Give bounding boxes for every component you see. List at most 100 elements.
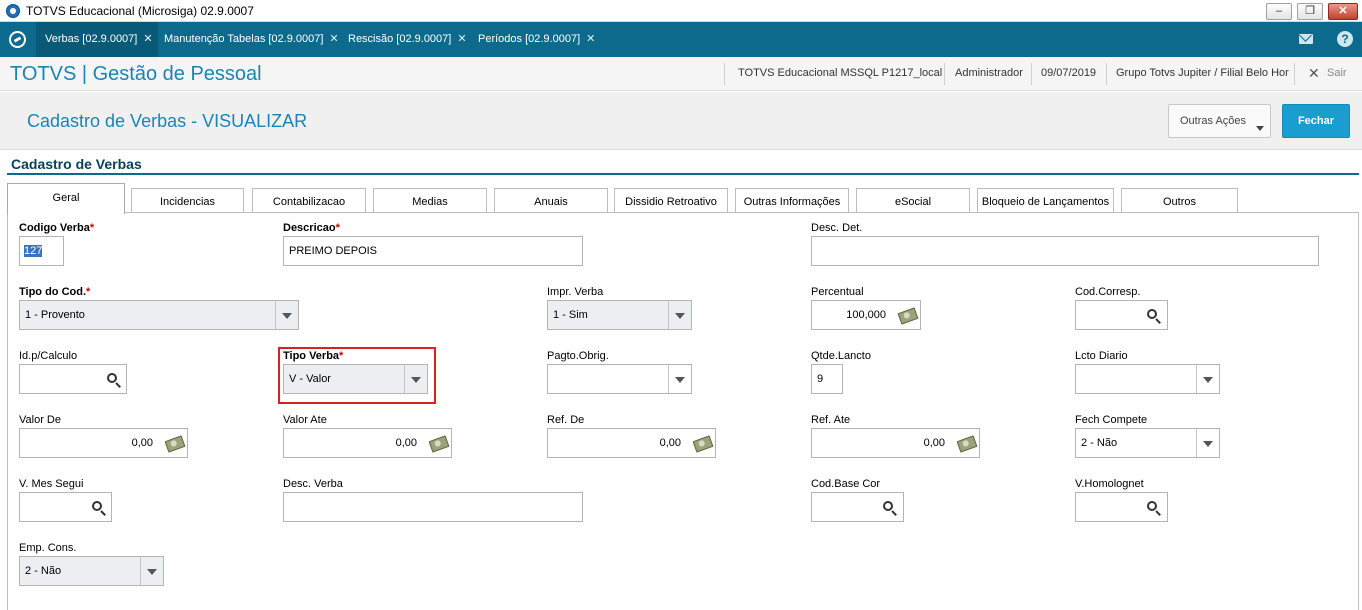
cod-base-cor-label: Cod.Base Cor <box>811 478 881 490</box>
product-name: TOTVS | Gestão de Pessoal <box>10 63 262 85</box>
exit-icon[interactable]: ✕ <box>1308 65 1320 82</box>
close-tab-icon[interactable]: ✕ <box>586 22 595 57</box>
emp-cons-label: Emp. Cons. <box>19 542 77 554</box>
calculator-money-icon[interactable] <box>164 435 186 453</box>
folder-tab-anuais[interactable]: Anuais <box>494 188 608 213</box>
folder-tab-bloqueio-lancamentos[interactable]: Bloqueio de Lançamentos <box>977 188 1114 213</box>
tab-label: Períodos [02.9.0007] <box>478 33 581 45</box>
desc-verba-label: Desc. Verba <box>283 478 343 490</box>
id-calculo-input[interactable] <box>19 364 127 394</box>
calculator-money-icon[interactable] <box>897 307 919 325</box>
folder-tab-outras-informacoes[interactable]: Outras Informações <box>735 188 849 213</box>
desc-verba-input[interactable] <box>283 492 583 522</box>
section-title: Cadastro de Verbas <box>11 156 142 172</box>
codigo-verba-label: Codigo Verba* <box>19 222 95 234</box>
chevron-down-icon[interactable] <box>668 365 691 393</box>
close-window-button[interactable]: ✕ <box>1328 3 1358 20</box>
tab-panel-geral <box>7 212 1359 610</box>
folder-tab-medias[interactable]: Medias <box>373 188 487 213</box>
date-info: 09/07/2019 <box>1041 67 1097 79</box>
totvs-logo-icon[interactable] <box>9 31 26 48</box>
tipo-cod-label: Tipo do Cod.* <box>19 286 91 298</box>
close-tab-icon[interactable]: ✕ <box>457 22 466 57</box>
valor-ate-input[interactable]: 0,00 <box>283 428 452 458</box>
close-button[interactable]: Fechar <box>1282 104 1350 138</box>
search-icon[interactable] <box>883 501 893 511</box>
header-divider <box>1031 63 1032 85</box>
folder-tab-incidencias[interactable]: Incidencias <box>131 188 244 213</box>
ref-ate-label: Ref. Ate <box>811 414 851 426</box>
chevron-down-icon[interactable] <box>668 301 691 329</box>
codigo-verba-input[interactable]: 127 <box>19 236 64 266</box>
v-mes-segui-input[interactable] <box>19 492 112 522</box>
chevron-down-icon <box>1256 126 1264 131</box>
other-actions-button[interactable]: Outras Ações <box>1168 104 1271 138</box>
search-icon[interactable] <box>92 501 102 511</box>
close-tab-icon[interactable]: ✕ <box>329 22 338 57</box>
ref-ate-input[interactable]: 0,00 <box>811 428 980 458</box>
mail-icon[interactable] <box>1299 34 1313 44</box>
chevron-down-icon[interactable] <box>1196 365 1219 393</box>
tipo-cod-select[interactable]: 1 - Provento <box>19 300 299 330</box>
desc-det-input[interactable] <box>811 236 1319 266</box>
v-homolognet-input[interactable] <box>1075 492 1168 522</box>
environment-info: TOTVS Educacional MSSQL P1217_local <box>738 67 943 79</box>
window-title: TOTVS Educacional (Microsiga) 02.9.0007 <box>26 4 254 18</box>
search-icon[interactable] <box>107 373 117 383</box>
descricao-label: Descricao* <box>283 222 340 234</box>
valor-de-input[interactable]: 0,00 <box>19 428 188 458</box>
percentual-label: Percentual <box>811 286 864 298</box>
pagto-obrig-select[interactable] <box>547 364 692 394</box>
search-icon[interactable] <box>1147 309 1157 319</box>
impr-verba-select[interactable]: 1 - Sim <box>547 300 692 330</box>
v-mes-segui-label: V. Mes Segui <box>19 478 84 490</box>
chevron-down-icon[interactable] <box>140 557 163 585</box>
fech-compete-label: Fech Compete <box>1075 414 1148 426</box>
chevron-down-icon[interactable] <box>275 301 298 329</box>
app-header: TOTVS | Gestão de Pessoal TOTVS Educacio… <box>0 57 1362 91</box>
restore-button[interactable]: ❐ <box>1297 3 1323 20</box>
other-actions-label: Outras Ações <box>1180 115 1247 127</box>
percentual-input[interactable]: 100,000 <box>811 300 921 330</box>
cod-corresp-input[interactable] <box>1075 300 1168 330</box>
lcto-diario-select[interactable] <box>1075 364 1220 394</box>
module-tabbar: Verbas [02.9.0007] ✕ Manutenção Tabelas [… <box>0 22 1362 57</box>
close-tab-icon[interactable]: ✕ <box>143 22 152 57</box>
company-info: Grupo Totvs Jupiter / Filial Belo Hor <box>1116 67 1289 79</box>
folder-tab-esocial[interactable]: eSocial <box>856 188 970 213</box>
header-divider <box>1294 63 1295 85</box>
folder-tab-dissidio-retroativo[interactable]: Dissidio Retroativo <box>614 188 728 213</box>
folder-tab-contabilizacao[interactable]: Contabilizacao <box>252 188 366 213</box>
fech-compete-select[interactable]: 2 - Não <box>1075 428 1220 458</box>
emp-cons-select[interactable]: 2 - Não <box>19 556 164 586</box>
folder-tab-outros[interactable]: Outros <box>1121 188 1238 213</box>
tab-label: Rescisão [02.9.0007] <box>348 33 452 45</box>
tab-rescisao[interactable]: Rescisão [02.9.0007] ✕ <box>348 22 467 57</box>
minimize-button[interactable]: – <box>1266 3 1292 20</box>
tab-manutencao-tabelas[interactable]: Manutenção Tabelas [02.9.0007] ✕ <box>164 22 339 57</box>
desc-det-label: Desc. Det. <box>811 222 863 234</box>
cod-corresp-label: Cod.Corresp. <box>1075 286 1141 298</box>
descricao-input[interactable]: PREIMO DEPOIS <box>283 236 583 266</box>
calculator-money-icon[interactable] <box>692 435 714 453</box>
calculator-money-icon[interactable] <box>956 435 978 453</box>
qtde-lancto-label: Qtde.Lancto <box>811 350 871 362</box>
page-header: Cadastro de Verbas - VISUALIZAR Outras A… <box>0 92 1362 150</box>
tab-label: Verbas [02.9.0007] <box>45 33 138 45</box>
folder-tab-geral[interactable]: Geral <box>7 183 125 214</box>
chevron-down-icon[interactable] <box>1196 429 1219 457</box>
tab-verbas[interactable]: Verbas [02.9.0007] ✕ <box>36 22 158 57</box>
help-icon[interactable]: ? <box>1337 31 1353 47</box>
cod-base-cor-input[interactable] <box>811 492 904 522</box>
tab-periodos[interactable]: Períodos [02.9.0007] ✕ <box>478 22 595 57</box>
ref-de-input[interactable]: 0,00 <box>547 428 716 458</box>
highlight-box <box>278 347 436 404</box>
search-icon[interactable] <box>1147 501 1157 511</box>
pagto-obrig-label: Pagto.Obrig. <box>547 350 609 362</box>
qtde-lancto-input[interactable]: 9 <box>811 364 843 394</box>
id-calculo-label: Id.p/Calculo <box>19 350 78 362</box>
calculator-money-icon[interactable] <box>428 435 450 453</box>
page-title: Cadastro de Verbas - VISUALIZAR <box>27 111 308 131</box>
exit-button[interactable]: Sair <box>1327 67 1347 79</box>
app-icon <box>6 4 20 18</box>
